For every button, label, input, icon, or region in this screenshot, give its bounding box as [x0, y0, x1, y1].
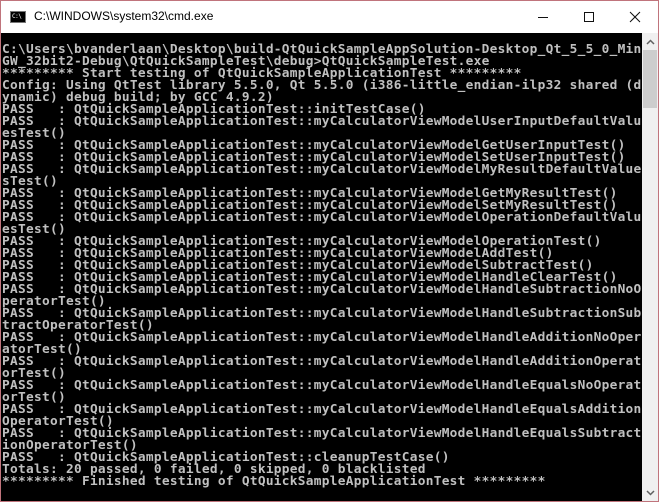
console-line: PASS : QtQuickSampleApplicationTest::myC…	[2, 378, 642, 393]
console-line: PASS : QtQuickSampleApplicationTest::myC…	[2, 210, 642, 225]
scroll-up-button[interactable]	[642, 33, 658, 50]
scrollbar-thumb[interactable]	[643, 50, 657, 108]
window-title: C:\WINDOWS\system32\cmd.exe	[34, 9, 214, 23]
minimize-icon	[538, 17, 548, 18]
chevron-down-icon	[645, 489, 655, 496]
maximize-button[interactable]	[566, 1, 612, 33]
scroll-down-button[interactable]	[642, 484, 658, 501]
title-bar[interactable]: C:\ C:\WINDOWS\system32\cmd.exe	[1, 1, 658, 33]
console-line: PASS : QtQuickSampleApplicationTest::myC…	[2, 330, 642, 345]
console-line: PASS : QtQuickSampleApplicationTest::myC…	[2, 162, 642, 177]
cmd-icon: C:\	[10, 11, 26, 23]
vertical-scrollbar[interactable]	[642, 33, 658, 501]
minimize-button[interactable]	[520, 1, 566, 33]
close-icon	[629, 11, 641, 23]
close-button[interactable]	[612, 1, 658, 33]
cmd-window: C:\ C:\WINDOWS\system32\cmd.exe C:\Users…	[0, 0, 659, 502]
console-line: ********* Finished testing of QtQuickSam…	[2, 474, 546, 489]
console-line: PASS : QtQuickSampleApplicationTest::myC…	[2, 354, 642, 369]
console-output[interactable]: C:\Users\bvanderlaan\Desktop\build-QtQui…	[1, 33, 642, 501]
console-line: PASS : QtQuickSampleApplicationTest::myC…	[2, 114, 642, 129]
maximize-icon	[584, 12, 594, 22]
console-text: C:\Users\bvanderlaan\Desktop\build-QtQui…	[2, 43, 642, 489]
chevron-up-icon	[645, 38, 655, 45]
